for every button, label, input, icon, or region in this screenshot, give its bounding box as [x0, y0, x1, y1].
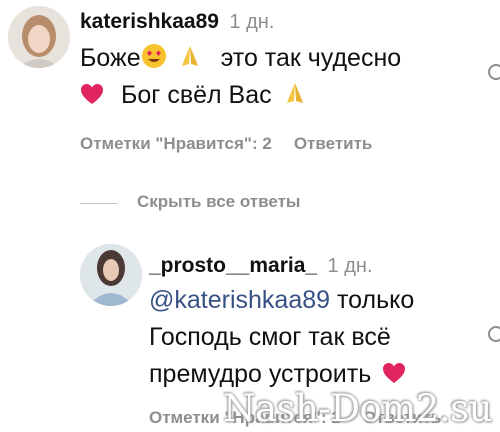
hide-replies-row: Скрыть все ответы — [0, 190, 500, 220]
divider — [80, 203, 118, 204]
heart-eyes-emoji-icon — [141, 43, 167, 69]
comment-text-part: Бог свёл Вас — [120, 81, 272, 109]
comment-text-part: Боже — [80, 44, 141, 72]
comment-text-part: только — [336, 286, 415, 314]
comment-username[interactable]: _prosto__maria_ — [149, 254, 317, 277]
likes-count[interactable]: Отметки "Нравится": 2 — [80, 134, 272, 153]
like-heart-icon[interactable] — [488, 64, 500, 80]
avatar-image — [80, 244, 142, 306]
heart-emoji-icon — [382, 358, 406, 383]
praying-hands-emoji-icon — [178, 42, 202, 66]
comment-text-part: Господь смог так всё — [149, 323, 391, 351]
comment-text-part: премудро устроить — [149, 360, 372, 388]
comment-text: Боже это так чудесно Бог свёл Вас — [80, 40, 401, 114]
red-heart-emoji-icon — [80, 79, 104, 104]
comment-username[interactable]: katerishkaa89 — [80, 10, 219, 33]
avatar-image — [8, 6, 70, 68]
avatar[interactable] — [80, 244, 142, 306]
praying-hands-emoji-icon — [283, 79, 307, 103]
comment-text-part: это так чудесно — [220, 44, 402, 72]
reply-button[interactable]: Ответить — [294, 134, 373, 153]
comment-katerishkaa89: katerishkaa89 1 дн. Боже это так чудесно… — [0, 0, 500, 170]
hide-replies-button[interactable]: Скрыть все ответы — [137, 192, 300, 212]
like-heart-icon[interactable] — [488, 326, 500, 342]
comment-time: 1 дн. — [229, 11, 275, 33]
comment-text: @katerishkaa89 только Господь смог так в… — [149, 282, 414, 393]
watermark: Nash-Dom2.su — [223, 387, 492, 430]
mention-link[interactable]: @katerishkaa89 — [149, 286, 330, 314]
avatar[interactable] — [8, 6, 70, 68]
comment-time: 1 дн. — [327, 255, 373, 277]
